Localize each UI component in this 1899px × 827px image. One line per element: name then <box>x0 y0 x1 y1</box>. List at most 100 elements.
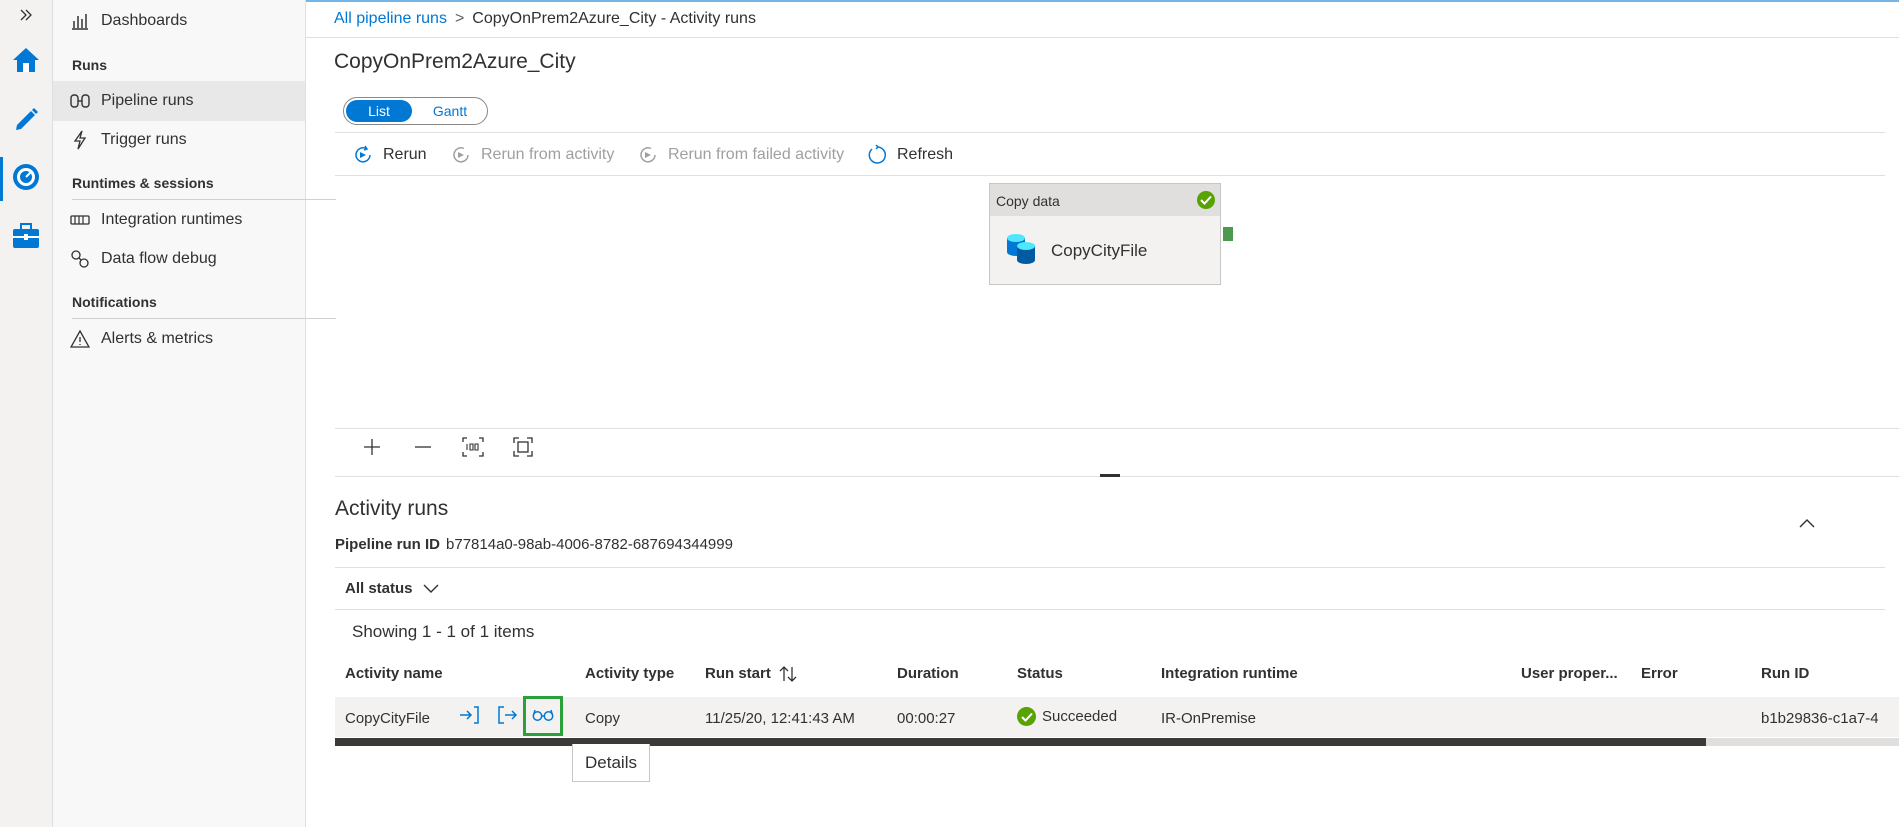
fit-screen-icon <box>513 436 533 462</box>
refresh-button[interactable]: Refresh <box>866 140 953 170</box>
sort-icon <box>779 665 797 682</box>
lightning-icon <box>69 129 91 151</box>
rerun-from-activity-button[interactable]: Rerun from activity <box>450 140 614 170</box>
nav-item-data-flow-debug[interactable]: Data flow debug <box>53 239 305 279</box>
rerun-icon <box>450 144 472 166</box>
pipeline-run-id-label: Pipeline run ID <box>335 536 441 553</box>
column-header-status[interactable]: Status <box>1017 665 1063 682</box>
rerun-button[interactable]: Rerun <box>352 140 427 170</box>
database-icon <box>1005 232 1037 271</box>
toolbox-icon <box>11 222 41 255</box>
pipeline-run-id-value: b77814a0-98ab-4006-8782-687694344999 <box>446 536 733 553</box>
details-button-highlight <box>523 696 563 736</box>
double-chevron-right-icon <box>19 8 33 26</box>
nav-section-notifications: Notifications <box>72 294 157 310</box>
rail-author[interactable] <box>0 94 52 146</box>
activity-node-copy-data[interactable]: Copy data CopyCityFile <box>989 183 1221 285</box>
pencil-icon <box>12 104 40 137</box>
activity-runs-title: Activity runs <box>335 497 449 520</box>
cell-duration: 00:00:27 <box>897 710 956 727</box>
home-icon <box>11 46 41 79</box>
gauge-icon <box>11 162 41 197</box>
refresh-icon <box>866 144 888 166</box>
pane-resize-handle[interactable] <box>1100 474 1120 477</box>
column-header-run-start[interactable]: Run start <box>705 665 797 682</box>
column-header-integration-runtime[interactable]: Integration runtime <box>1161 665 1298 682</box>
rerun-icon <box>352 144 374 166</box>
rerun-from-failed-label: Rerun from failed activity <box>668 146 845 163</box>
breadcrumb-link-all-pipeline-runs[interactable]: All pipeline runs <box>334 10 447 27</box>
rerun-icon <box>637 144 659 166</box>
column-header-duration[interactable]: Duration <box>897 665 959 682</box>
details-tooltip: Details <box>572 744 650 782</box>
data-flow-icon <box>69 248 91 270</box>
column-header-user-properties[interactable]: User proper... <box>1521 665 1618 682</box>
status-text: Succeeded <box>1042 708 1118 725</box>
nav-item-pipeline-runs[interactable]: Pipeline runs <box>53 81 305 121</box>
zoom-to-100-button[interactable] <box>458 436 488 462</box>
nav-item-label: Data flow debug <box>101 250 217 267</box>
chevron-up-icon <box>1799 515 1815 533</box>
collapse-button[interactable] <box>1795 514 1819 534</box>
activity-success-port[interactable] <box>1223 227 1233 241</box>
view-output-button[interactable] <box>497 705 519 728</box>
warning-triangle-icon <box>69 328 91 350</box>
activity-node-name: CopyCityFile <box>1051 241 1148 260</box>
status-filter-value: All status <box>345 580 413 597</box>
rail-home[interactable] <box>0 36 52 88</box>
nav-item-alerts-metrics[interactable]: Alerts & metrics <box>53 319 305 359</box>
activity-node-header: Copy data <box>990 184 1220 216</box>
plus-icon <box>363 438 381 461</box>
column-header-run-id[interactable]: Run ID <box>1761 665 1809 682</box>
column-header-error[interactable]: Error <box>1641 665 1678 682</box>
success-check-icon <box>1197 191 1215 209</box>
expand-rail-button[interactable] <box>0 0 52 34</box>
zoom-out-button[interactable] <box>408 436 438 462</box>
header-divider <box>306 37 1899 38</box>
refresh-label: Refresh <box>897 146 954 163</box>
breadcrumb-separator: > <box>454 10 465 27</box>
integration-runtime-icon <box>69 209 91 231</box>
cell-run-start: 11/25/20, 12:41:43 AM <box>705 710 855 727</box>
canvas-bottom-divider <box>335 428 1899 429</box>
toggle-gantt[interactable]: Gantt <box>416 100 484 122</box>
nav-item-label: Alerts & metrics <box>101 330 214 347</box>
nav-item-label: Dashboards <box>101 12 188 29</box>
nav-item-label: Pipeline runs <box>101 92 194 109</box>
filter-top-divider <box>335 567 1885 568</box>
cell-status: Succeeded <box>1017 707 1117 726</box>
view-input-button[interactable] <box>458 705 480 729</box>
cell-activity-type: Copy <box>585 710 621 727</box>
rerun-from-failed-button[interactable]: Rerun from failed activity <box>637 140 844 170</box>
toggle-list[interactable]: List <box>346 100 412 122</box>
nav-item-dashboards[interactable]: Dashboards <box>53 1 305 41</box>
toolbar-top-divider <box>335 132 1885 133</box>
pipeline-run-id: Pipeline run ID b77814a0-98ab-4006-8782-6… <box>335 536 733 553</box>
horizontal-scrollbar-track[interactable] <box>1706 738 1899 746</box>
left-icon-rail <box>0 0 53 827</box>
view-toggle: List Gantt <box>343 97 488 125</box>
nav-section-runs: Runs <box>72 57 107 73</box>
activity-node-type: Copy data <box>996 193 1060 209</box>
fit-to-window-button[interactable] <box>508 436 538 462</box>
column-header-activity-type[interactable]: Activity type <box>585 665 674 682</box>
cell-activity-name: CopyCityFile <box>345 710 431 727</box>
input-arrow-icon <box>459 705 479 729</box>
bar-chart-icon <box>69 10 91 32</box>
pipeline-icon <box>69 90 91 112</box>
chevron-down-icon <box>423 584 439 594</box>
minus-icon <box>414 438 432 461</box>
nav-item-integration-runtimes[interactable]: Integration runtimes <box>53 200 305 240</box>
breadcrumb-current: CopyOnPrem2Azure_City - Activity runs <box>472 10 756 27</box>
rail-monitor[interactable] <box>0 153 52 205</box>
nav-item-label: Trigger runs <box>101 131 187 148</box>
column-header-activity-name[interactable]: Activity name <box>345 665 443 682</box>
filter-bottom-divider <box>335 609 1885 610</box>
zoom-in-button[interactable] <box>357 436 387 462</box>
toolbar-bottom-divider <box>335 175 1885 176</box>
nav-item-trigger-runs[interactable]: Trigger runs <box>53 120 305 160</box>
success-check-icon <box>1017 707 1036 726</box>
status-filter-dropdown[interactable]: All status <box>345 580 439 597</box>
horizontal-scrollbar-thumb[interactable] <box>335 738 1706 746</box>
rail-manage[interactable] <box>0 212 52 264</box>
